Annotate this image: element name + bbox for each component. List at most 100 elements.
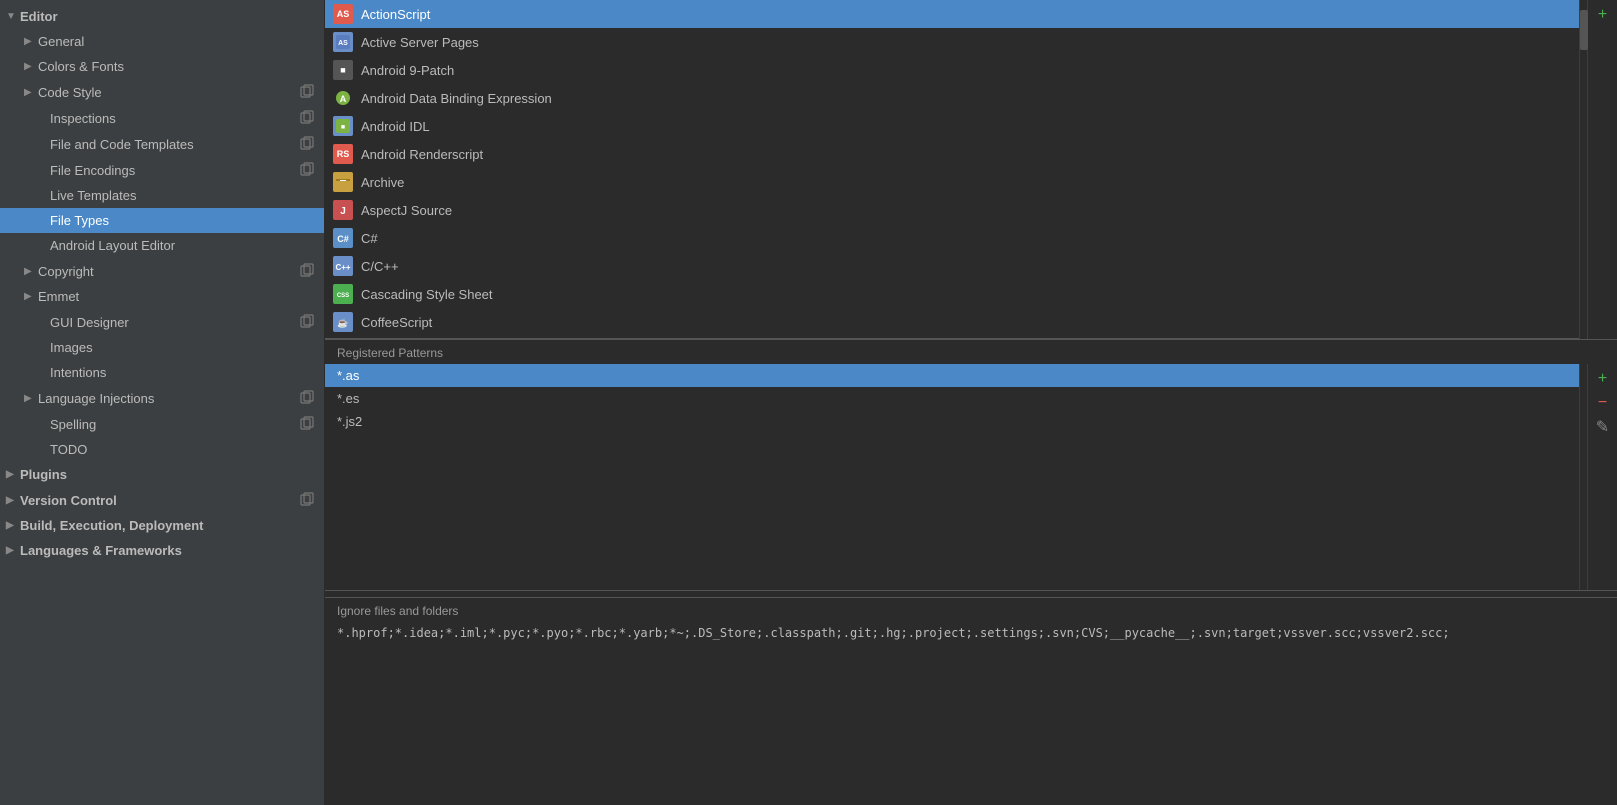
file-type-label-android-idl: Android IDL <box>361 119 430 134</box>
sidebar-item-copyright[interactable]: ▶ Copyright <box>0 258 324 284</box>
colors-fonts-arrow-icon: ▶ <box>24 61 38 72</box>
file-encodings-copy-icon <box>300 162 316 178</box>
emmet-arrow-icon: ▶ <box>24 291 38 302</box>
inspections-copy-icon <box>300 110 316 126</box>
sidebar-item-languages-frameworks[interactable]: ▶ Languages & Frameworks <box>0 538 324 563</box>
android-data-binding-icon: A <box>333 88 353 108</box>
add-pattern-button[interactable]: + <box>1592 368 1614 390</box>
file-type-row-cpp[interactable]: C++ C/C++ <box>325 252 1579 280</box>
code-style-copy-icon <box>300 84 316 100</box>
main-content: AS ActionScript AS Active Server Pages ■… <box>325 0 1617 805</box>
ignore-files-input[interactable] <box>337 626 1605 668</box>
editor-arrow-icon: ▼ <box>6 11 20 22</box>
sidebar-item-inspections[interactable]: ▶ Inspections <box>0 105 324 131</box>
file-type-row-android-idl[interactable]: ■ Android IDL <box>325 112 1579 140</box>
vc-copy-icon <box>300 492 316 508</box>
edit-pattern-button[interactable]: ✎ <box>1592 416 1614 438</box>
pattern-label-js2: *.js2 <box>337 414 362 429</box>
vc-arrow-icon: ▶ <box>6 495 20 506</box>
sidebar-label-file-encodings: File Encodings <box>50 163 296 178</box>
file-type-row-csharp[interactable]: C# C# <box>325 224 1579 252</box>
file-type-row-actionscript[interactable]: AS ActionScript <box>325 0 1579 28</box>
ignore-section: Ignore files and folders <box>325 590 1617 805</box>
file-type-label-csharp: C# <box>361 231 378 246</box>
sidebar-item-images[interactable]: ▶ Images <box>0 335 324 360</box>
sidebar-item-general[interactable]: ▶ General <box>0 29 324 54</box>
add-file-type-button[interactable]: + <box>1592 4 1614 26</box>
archive-icon <box>333 172 353 192</box>
sidebar-item-colors-fonts[interactable]: ▶ Colors & Fonts <box>0 54 324 79</box>
svg-text:J: J <box>340 206 346 217</box>
sidebar-label-file-code-templates: File and Code Templates <box>50 137 296 152</box>
sidebar-item-gui-designer[interactable]: ▶ GUI Designer <box>0 309 324 335</box>
pattern-label-es: *.es <box>337 391 359 406</box>
gui-designer-copy-icon <box>300 314 316 330</box>
sidebar-label-spelling: Spelling <box>50 417 296 432</box>
sidebar-label-android-layout-editor: Android Layout Editor <box>50 238 316 253</box>
code-style-arrow-icon: ▶ <box>24 87 38 98</box>
general-arrow-icon: ▶ <box>24 36 38 47</box>
file-type-label-aspectj: AspectJ Source <box>361 203 452 218</box>
file-type-row-coffeescript[interactable]: ☕ CoffeeScript <box>325 308 1579 336</box>
patterns-container: *.as *.es *.js2 + − ✎ <box>325 364 1617 590</box>
ignore-files-label: Ignore files and folders <box>325 597 1617 622</box>
file-type-label-android-9patch: Android 9-Patch <box>361 63 454 78</box>
patterns-list[interactable]: *.as *.es *.js2 <box>325 364 1579 590</box>
copyright-arrow-icon: ▶ <box>24 266 38 277</box>
sidebar-item-file-encodings[interactable]: ▶ File Encodings <box>0 157 324 183</box>
build-arrow-icon: ▶ <box>6 520 20 531</box>
sidebar-item-version-control[interactable]: ▶ Version Control <box>0 487 324 513</box>
file-type-row-archive[interactable]: Archive <box>325 168 1579 196</box>
svg-text:☕: ☕ <box>337 317 348 328</box>
coffeescript-icon: ☕ <box>333 312 353 332</box>
sidebar-item-code-style[interactable]: ▶ Code Style <box>0 79 324 105</box>
file-type-row-android-9patch[interactable]: ■ Android 9-Patch <box>325 56 1579 84</box>
sidebar-label-images: Images <box>50 340 316 355</box>
file-type-row-android-renderscript[interactable]: RS Android Renderscript <box>325 140 1579 168</box>
sidebar-label-language-injections: Language Injections <box>38 391 296 406</box>
sidebar-label-languages-frameworks: Languages & Frameworks <box>20 543 316 558</box>
patterns-actions: + − ✎ <box>1587 364 1617 590</box>
patterns-scrollbar[interactable] <box>1579 364 1587 590</box>
registered-patterns-label: Registered Patterns <box>325 340 1617 364</box>
file-type-row-aspectj[interactable]: J AspectJ Source <box>325 196 1579 224</box>
sidebar-label-inspections: Inspections <box>50 111 296 126</box>
sidebar-item-spelling[interactable]: ▶ Spelling <box>0 411 324 437</box>
file-types-scrollbar[interactable] <box>1579 0 1587 339</box>
sidebar-item-language-injections[interactable]: ▶ Language Injections <box>0 385 324 411</box>
file-type-label-android-renderscript: Android Renderscript <box>361 147 483 162</box>
sidebar-label-file-types: File Types <box>50 213 316 228</box>
remove-pattern-button[interactable]: − <box>1592 392 1614 414</box>
file-types-list[interactable]: AS ActionScript AS Active Server Pages ■… <box>325 0 1579 339</box>
sidebar-item-live-templates[interactable]: ▶ Live Templates <box>0 183 324 208</box>
actionscript-icon: AS <box>333 4 353 24</box>
sidebar-item-file-types[interactable]: ▶ File Types <box>0 208 324 233</box>
sidebar-label-copyright: Copyright <box>38 264 296 279</box>
sidebar-item-android-layout-editor[interactable]: ▶ Android Layout Editor <box>0 233 324 258</box>
file-type-row-active-server-pages[interactable]: AS Active Server Pages <box>325 28 1579 56</box>
svg-text:AS: AS <box>338 40 348 47</box>
file-type-row-android-data-binding[interactable]: A Android Data Binding Expression <box>325 84 1579 112</box>
sidebar-item-editor[interactable]: ▼ Editor <box>0 4 324 29</box>
file-type-label-archive: Archive <box>361 175 404 190</box>
registered-patterns-section: Registered Patterns *.as *.es *.js2 + − … <box>325 340 1617 590</box>
file-type-label-coffeescript: CoffeeScript <box>361 315 432 330</box>
pattern-row-as[interactable]: *.as <box>325 364 1579 387</box>
lang-inject-copy-icon <box>300 390 316 406</box>
pattern-row-es[interactable]: *.es <box>325 387 1579 410</box>
file-type-row-css[interactable]: CSS Cascading Style Sheet <box>325 280 1579 308</box>
sidebar-item-plugins[interactable]: ▶ Plugins <box>0 462 324 487</box>
sidebar-label-code-style: Code Style <box>38 85 296 100</box>
sidebar-item-file-code-templates[interactable]: ▶ File and Code Templates <box>0 131 324 157</box>
sidebar-item-todo[interactable]: ▶ TODO <box>0 437 324 462</box>
lang-inject-arrow-icon: ▶ <box>24 393 38 404</box>
svg-text:CSS: CSS <box>337 293 349 299</box>
pattern-row-js2[interactable]: *.js2 <box>325 410 1579 433</box>
cpp-icon: C++ <box>333 256 353 276</box>
ignore-input-container <box>325 622 1617 805</box>
sidebar-item-emmet[interactable]: ▶ Emmet <box>0 284 324 309</box>
sidebar-item-intentions[interactable]: ▶ Intentions <box>0 360 324 385</box>
android-idl-icon: ■ <box>333 116 353 136</box>
sidebar-item-build-execution[interactable]: ▶ Build, Execution, Deployment <box>0 513 324 538</box>
scrollbar-thumb <box>1580 10 1588 50</box>
